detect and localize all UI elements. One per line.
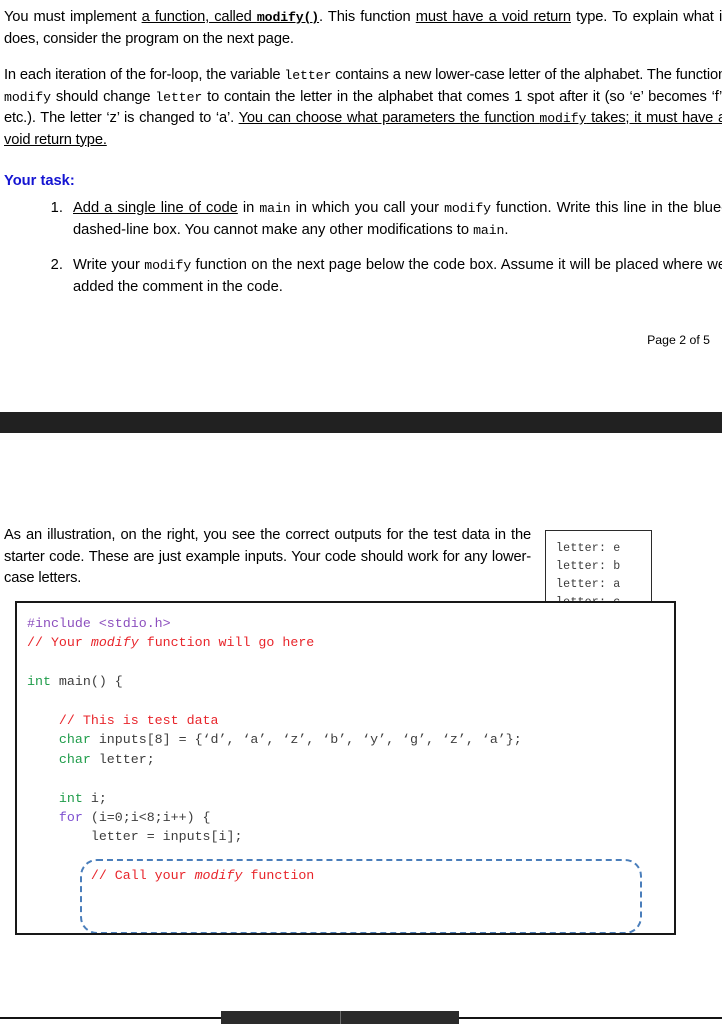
text-segment: in [237, 200, 260, 216]
task-list-item-1: Add a single line of code in main in whi… [67, 198, 722, 241]
code-line-main: main() { [50, 674, 123, 690]
code-keyword-char: char [27, 732, 91, 748]
your-task-heading: Your task: [4, 173, 75, 189]
task-list: Add a single line of code in main in whi… [4, 198, 722, 298]
text-segment: contains a new lower-case letter of the … [331, 67, 722, 83]
output-line: letter: e [556, 542, 621, 555]
starter-code-box: #include <stdio.h> // Your modify functi… [15, 601, 676, 935]
code-keyword-for: for [27, 810, 83, 826]
code-line-include: #include <stdio.h> [27, 616, 171, 631]
code-line-inputs-array: inputs[8] = {‘d’, ‘a’, ‘z’, ‘b’, ‘y’, ‘g… [90, 732, 522, 748]
text-segment: in which you call your [290, 200, 445, 216]
text-segment: function will go here [138, 635, 315, 651]
inline-code-letter: letter [155, 89, 203, 105]
inline-code-letter: letter [284, 68, 332, 83]
code-line-comment-modify-here: // Your modify function will go here [27, 635, 314, 650]
code-keyword-int: int [27, 674, 51, 690]
output-line: letter: b [556, 560, 621, 574]
task-list-item-2: Write your modify function on the next p… [67, 255, 722, 298]
inline-code-modify: modify [4, 89, 51, 105]
code-line-letter-decl: letter; [90, 751, 155, 767]
text-segment: You must implement [4, 9, 142, 25]
text-segment: // Your [27, 635, 91, 651]
text-segment-underlined: You can choose what parameters the funct… [238, 110, 540, 126]
code-keyword-int: int [27, 790, 83, 806]
text-segment: Write your [73, 257, 145, 273]
inline-code-modify: modify [539, 111, 587, 126]
document-page-top: You must implement a function, called mo… [0, 0, 722, 347]
text-segment: In each iteration of the for-loop, the v… [4, 67, 285, 83]
page-number: Page 2 of 5 [647, 333, 710, 347]
document-page-bottom: As an illustration, on the right, you se… [0, 525, 722, 935]
text-segment-underlined: Add a single line of code [73, 200, 238, 216]
inline-code-modify: modify [444, 201, 491, 216]
text-segment: . [504, 221, 509, 238]
bottom-scrollbar[interactable] [221, 1011, 459, 1024]
inline-code-main: main [473, 222, 505, 238]
page-separator-band [0, 412, 722, 433]
output-line: letter: a [556, 578, 621, 592]
answer-dashed-box[interactable] [80, 859, 642, 933]
illustration-paragraph: As an illustration, on the right, you se… [4, 527, 531, 586]
code-line-comment-test-data: // This is test data [27, 713, 219, 728]
inline-code-modify: modify [144, 258, 192, 273]
text-segment: should change [50, 88, 156, 105]
text-segment-italic: modify [90, 635, 139, 651]
paragraph-implement-modify: You must implement a function, called mo… [4, 7, 722, 50]
inline-code-main: main [259, 201, 291, 216]
paragraph-for-loop-explanation: In each iteration of the for-loop, the v… [4, 65, 722, 151]
text-segment: . This function [319, 9, 416, 25]
code-keyword-char: char [27, 751, 91, 767]
inline-code-modify: modify() [256, 10, 320, 25]
code-line-for-header: (i=0;i<8;i++) { [82, 810, 211, 826]
text-segment-underlined: a function, called [141, 9, 257, 25]
code-line-i-decl: i; [82, 790, 107, 806]
text-segment-underlined: must have a void return [415, 9, 571, 25]
code-line-assign-letter: letter = inputs[i]; [27, 829, 243, 845]
